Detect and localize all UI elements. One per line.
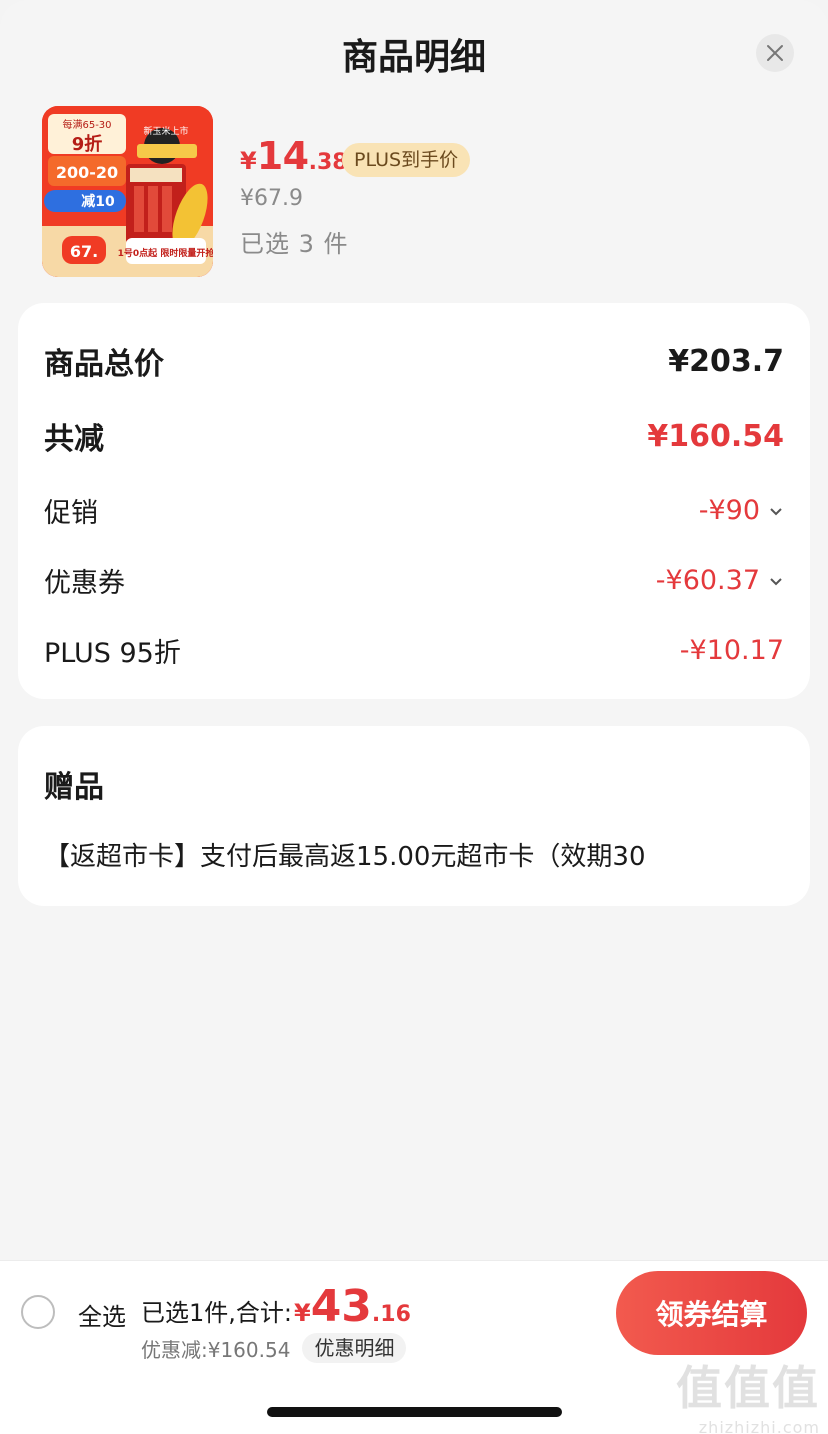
image-badge-cut: 减10: [81, 193, 115, 210]
promo-row[interactable]: 促销 -¥90: [44, 491, 784, 530]
discount-detail-button[interactable]: 优惠明细: [302, 1333, 407, 1363]
home-indicator[interactable]: [267, 1407, 562, 1417]
select-all-radio[interactable]: [21, 1295, 55, 1329]
image-slogan: 1号0点起 限时限量开抢: [118, 247, 213, 259]
promo-label: 促销: [44, 498, 98, 529]
chevron-down-icon: [770, 507, 782, 515]
image-badge-top: 每满65-30: [62, 118, 111, 131]
image-badge-price: 67.: [70, 242, 98, 261]
gift-text: 【返超市卡】支付后最高返15.00元超市卡（效期30: [44, 842, 646, 872]
plus-discount-row: PLUS 95折 -¥10.17: [44, 631, 784, 670]
checkout-button[interactable]: 领券结算: [616, 1271, 807, 1355]
plus-price: ¥ 14 .38: [240, 134, 348, 178]
product-image: 每满65-30 9折 200-20 减10 67. 新玉米上市 1号0点起 限时…: [42, 106, 213, 277]
close-button[interactable]: [756, 34, 794, 72]
close-icon: [767, 45, 783, 61]
price-currency: ¥: [240, 147, 257, 175]
cart-total-decimal: .16: [371, 1302, 411, 1327]
promo-value-wrap: -¥90: [699, 495, 784, 526]
selected-count: 已选 3 件: [240, 230, 349, 258]
total-saved-value: ¥160.54: [647, 418, 784, 454]
original-price: ¥67.9: [240, 186, 303, 211]
chevron-down-icon: [770, 577, 782, 585]
watermark-big: 值值值: [676, 1361, 820, 1415]
price-summary-card: 商品总价 ¥203.7 共减 ¥160.54 促销 -¥90 优惠券 -¥60.…: [18, 303, 810, 699]
detail-sheet: 商品明细 每满65-30 9折 200-20 减10 67. 新玉米上市 1号0…: [0, 0, 828, 1434]
cart-total-currency: ¥: [293, 1299, 311, 1327]
coupon-value: -¥60.37: [655, 565, 760, 596]
product-thumbnail[interactable]: 每满65-30 9折 200-20 减10 67. 新玉米上市 1号0点起 限时…: [42, 106, 213, 277]
plus-price-tag: PLUS到手价: [342, 143, 471, 177]
cart-total-integer: 43: [310, 1281, 372, 1332]
image-badge-deal: 200-20: [56, 163, 118, 182]
gift-card: 赠品 【返超市卡】支付后最高返15.00元超市卡（效期30: [18, 726, 810, 906]
coupon-row[interactable]: 优惠券 -¥60.37: [44, 561, 784, 600]
total-price-label: 商品总价: [44, 347, 164, 382]
cart-total: 已选1件,合计: ¥ 43 .16: [141, 1281, 411, 1332]
total-saved-row: 共减 ¥160.54: [44, 414, 784, 458]
plus-discount-label: PLUS 95折: [44, 638, 181, 669]
discount-line: 优惠减:¥160.54 优惠明细: [141, 1333, 407, 1363]
select-all-label[interactable]: 全选: [78, 1297, 126, 1332]
total-price-value: ¥203.7: [668, 343, 784, 379]
gift-title: 赠品: [44, 770, 104, 805]
discount-text: 优惠减:¥160.54: [141, 1337, 291, 1362]
total-price-row: 商品总价 ¥203.7: [44, 339, 784, 383]
sheet-title: 商品明细: [341, 37, 486, 78]
watermark-small: zhizhizhi.com: [698, 1418, 820, 1434]
image-banner: 新玉米上市: [143, 125, 188, 137]
watermark-logo: 值值值 zhizhizhi.com: [676, 1352, 820, 1434]
promo-value: -¥90: [698, 495, 760, 526]
cart-total-label: 已选1件,合计:: [141, 1299, 292, 1327]
coupon-label: 优惠券: [44, 568, 125, 599]
total-saved-label: 共减: [44, 422, 104, 457]
price-integer: 14: [256, 134, 309, 178]
image-badge-discount: 9折: [72, 133, 103, 155]
plus-discount-value: -¥10.17: [679, 635, 784, 666]
coupon-value-wrap: -¥60.37: [656, 565, 784, 596]
